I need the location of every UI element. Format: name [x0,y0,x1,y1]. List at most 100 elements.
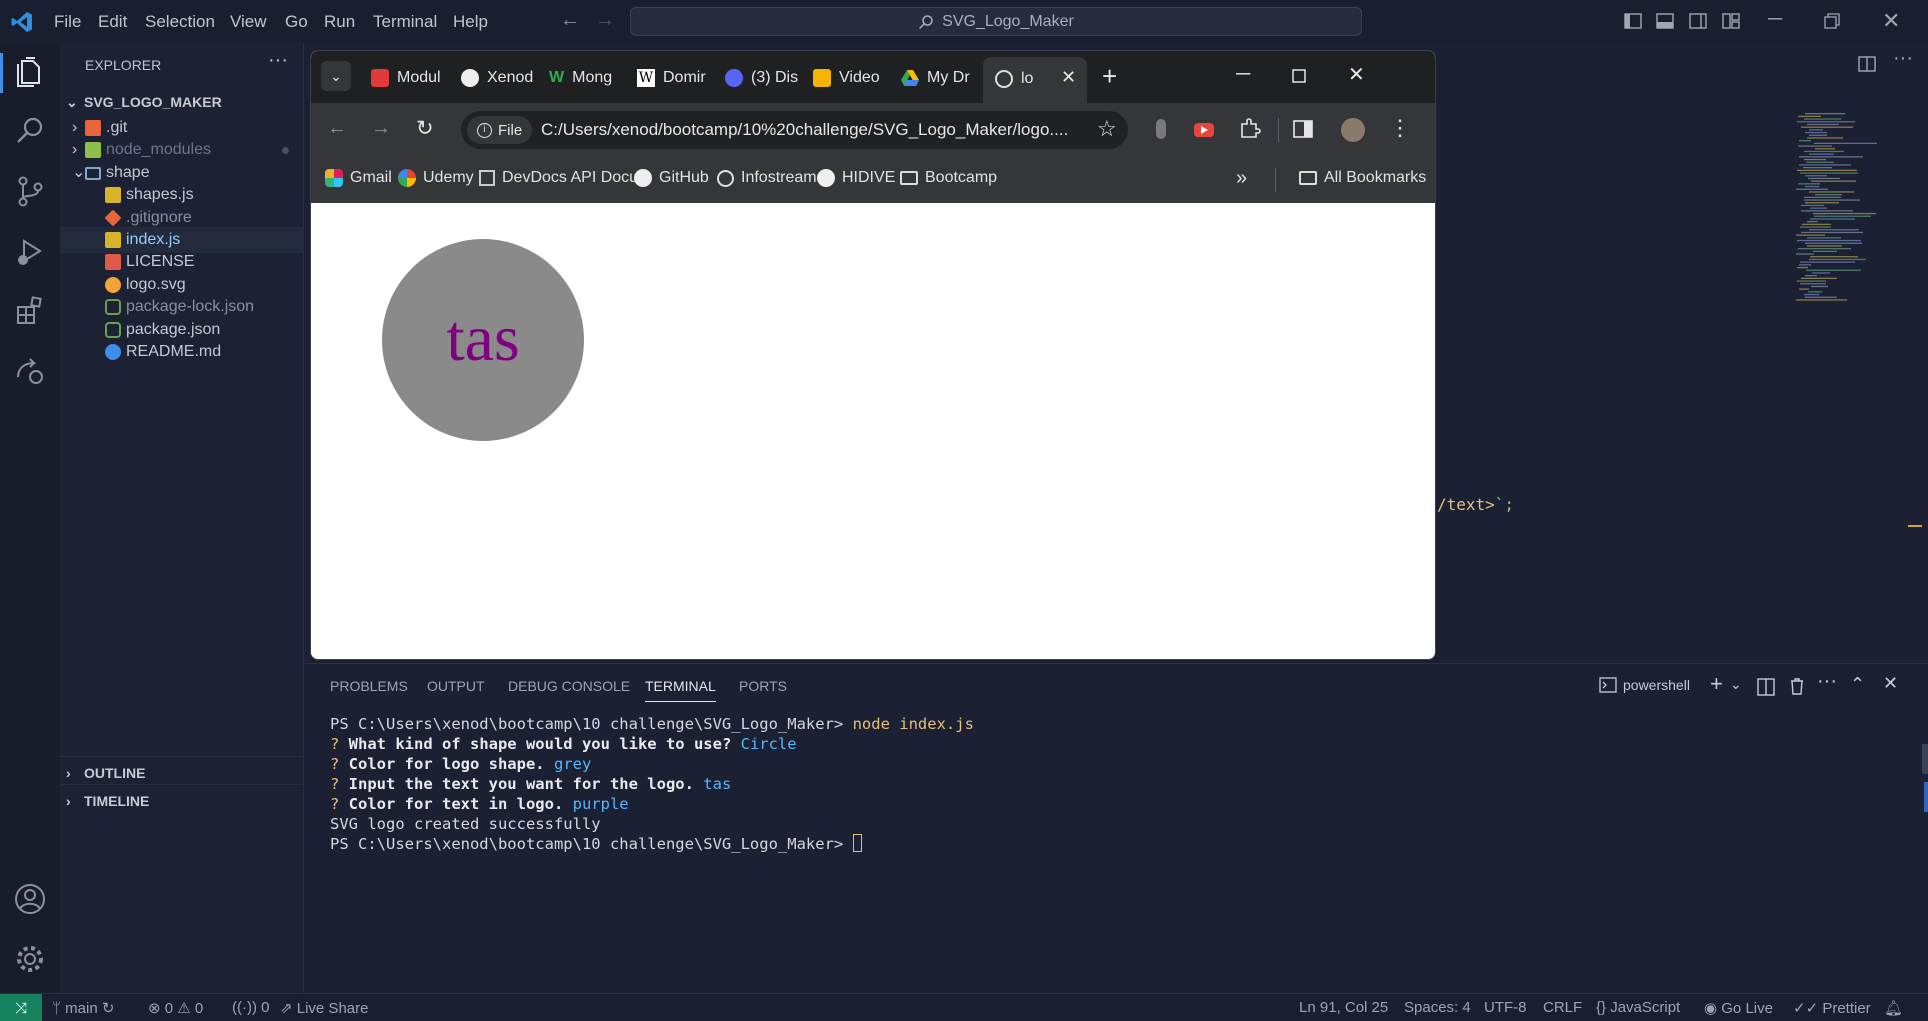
encoding[interactable]: UTF-8 [1484,999,1527,1016]
chevron-down-icon[interactable]: ⌄ [1730,676,1742,693]
warning-count: 0 [194,1000,204,1017]
bookmark-star-icon[interactable]: ☆ [1097,116,1117,142]
bookmark-folder-bootcamp[interactable]: Bootcamp [900,169,997,187]
toggle-panel-icon[interactable] [1656,12,1674,30]
indentation[interactable]: Spaces: 4 [1404,999,1471,1016]
active-browser-tab[interactable]: lo ✕ [983,57,1087,103]
minimap[interactable] [1790,113,1880,313]
bookmark-github[interactable]: GitHub [634,169,709,187]
notifications-bell-icon[interactable]: 🔔︎ [1884,999,1903,1017]
remote-indicator-icon[interactable]: ⤨ [0,994,42,1021]
browser-tab[interactable]: My Dr [901,60,975,96]
screen-recorder-extension-icon[interactable] [1193,119,1215,141]
minimize-icon[interactable]: ─ [1768,8,1782,31]
menu-help[interactable]: Help [453,12,488,32]
side-panel-icon[interactable] [1293,119,1313,139]
run-debug-icon[interactable] [12,233,48,269]
nav-back-icon[interactable]: ← [560,9,580,32]
problems-indicator[interactable]: ⊗ 0 ⚠ 0 [148,999,203,1017]
profile-avatar[interactable] [1341,118,1365,142]
close-window-icon[interactable]: ✕ [1882,8,1900,34]
language-mode[interactable]: {} JavaScript [1596,999,1680,1016]
tab-search-icon[interactable]: ⌄ [321,61,351,91]
bookmark-udemy[interactable]: Udemy [398,169,474,187]
editor-more-icon[interactable]: ··· [1893,47,1913,70]
browser-minimize-icon[interactable]: ─ [1236,63,1250,86]
tab-terminal[interactable]: TERMINAL [645,678,716,694]
explorer-icon[interactable] [12,55,48,91]
extension-icon[interactable] [1156,119,1166,139]
bookmark-hidive[interactable]: HIDIVE [817,169,895,187]
browser-tab[interactable]: (3) Dis [725,60,799,96]
extensions-puzzle-icon[interactable] [1239,117,1261,139]
bookmark-devdocs[interactable]: DevDocs API Docu... [479,169,651,187]
command-center[interactable]: SVG_Logo_Maker [630,7,1362,36]
source-control-icon[interactable] [12,173,48,209]
menu-selection[interactable]: Selection [145,12,215,32]
close-tab-icon[interactable]: ✕ [1061,67,1076,88]
bookmark-gmail[interactable]: Gmail [325,169,392,187]
terminal-shell-selector[interactable]: powershell [1599,677,1690,693]
live-share-button[interactable]: ⇗ Live Share [280,999,368,1017]
project-root[interactable]: ⌄ SVG_LOGO_MAKER [66,89,222,115]
browser-tab[interactable]: Xenod [461,60,535,96]
settings-gear-icon[interactable] [12,941,48,977]
tab-debug-console[interactable]: DEBUG CONSOLE [508,678,630,694]
toggle-secondary-sidebar-icon[interactable] [1689,12,1707,30]
restore-icon[interactable] [1824,13,1840,29]
menu-run[interactable]: Run [324,12,355,32]
remote-explorer-icon[interactable] [12,353,48,389]
browser-close-icon[interactable]: ✕ [1348,62,1365,87]
address-bar[interactable]: i File C:/Users/xenod/bootcamp/10%20chal… [461,111,1128,149]
browser-tab[interactable]: W Mong [549,60,621,96]
split-terminal-icon[interactable] [1757,678,1775,696]
timeline-section[interactable]: › TIMELINE [66,788,149,814]
browser-tab[interactable]: Video [813,60,887,96]
menu-edit[interactable]: Edit [98,12,127,32]
outline-section[interactable]: › OUTLINE [66,760,145,786]
site-info-chip[interactable]: i File [467,116,533,144]
accounts-icon[interactable] [12,881,48,917]
go-live-button[interactable]: ◉ Go Live [1704,999,1773,1017]
menu-file[interactable]: File [54,12,81,32]
browser-tab[interactable]: Modul [371,60,447,96]
all-bookmarks[interactable]: All Bookmarks [1299,169,1426,187]
file-tree-item-readme-file[interactable]: README.md [60,339,304,365]
menu-go[interactable]: Go [285,12,308,32]
browser-forward-icon[interactable]: → [371,117,391,140]
cursor-position[interactable]: Ln 91, Col 25 [1299,999,1388,1016]
tab-output[interactable]: OUTPUT [427,678,485,694]
ports-indicator[interactable]: ((·)) 0 [232,999,270,1016]
extensions-icon[interactable] [12,293,48,329]
terminal-output[interactable]: PS C:\Users\xenod\bootcamp\10 challenge\… [330,714,974,854]
browser-menu-icon[interactable]: ⋮ [1389,115,1411,141]
customize-layout-icon[interactable] [1722,12,1740,30]
browser-maximize-icon[interactable] [1292,69,1306,83]
tab-problems[interactable]: PROBLEMS [330,678,408,694]
panel-more-icon[interactable]: ··· [1817,670,1837,693]
trash-icon[interactable] [1789,677,1805,695]
search-icon[interactable] [12,113,48,149]
line-ending[interactable]: CRLF [1543,999,1582,1016]
maximize-panel-icon[interactable]: ⌃ [1850,674,1865,695]
split-editor-icon[interactable] [1858,55,1876,73]
terminal-scrollbar[interactable] [1922,744,1928,774]
browser-back-icon[interactable]: ← [327,117,347,140]
close-panel-icon[interactable]: ✕ [1883,673,1898,694]
toggle-sidebar-icon[interactable] [1624,12,1642,30]
url-text[interactable]: C:/Users/xenod/bootcamp/10%20challenge/S… [541,120,1068,140]
browser-tab[interactable]: W Domir [637,60,711,96]
new-terminal-icon[interactable]: + [1710,671,1723,697]
tab-ports[interactable]: PORTS [739,678,787,694]
bookmarks-overflow-icon[interactable]: » [1236,167,1247,190]
branch-indicator[interactable]: ᛘ main ↻ [52,999,114,1017]
minimap-line [1814,215,1871,217]
menu-terminal[interactable]: Terminal [373,12,437,32]
more-actions-icon[interactable]: ··· [268,49,288,72]
bookmark-infostream[interactable]: Infostream [717,169,817,187]
new-tab-icon[interactable]: + [1102,61,1117,92]
prettier-status[interactable]: ✓✓ Prettier [1793,999,1871,1017]
reload-icon[interactable]: ↻ [416,116,434,141]
nav-forward-icon[interactable]: → [595,9,615,32]
menu-view[interactable]: View [230,12,267,32]
